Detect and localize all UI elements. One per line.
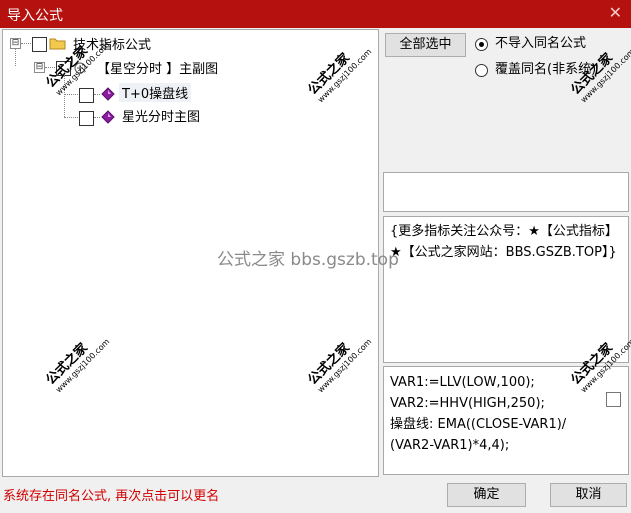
tree-connector: [45, 67, 55, 68]
tree-root-label[interactable]: 技术指标公式: [73, 34, 151, 53]
tree-connector: [64, 75, 65, 117]
empty-field: [383, 172, 629, 212]
code-line: VAR1:=LLV(LOW,100);: [390, 375, 535, 390]
ok-button[interactable]: 确定: [447, 483, 526, 507]
tree-item-label[interactable]: 星光分时主图: [122, 106, 200, 125]
tree-connector: [64, 117, 78, 118]
collapse-icon[interactable]: ⊟: [34, 62, 45, 73]
formula-group-icon: [74, 62, 86, 74]
option-label: 覆盖同名(非系统): [495, 62, 597, 77]
collapse-icon[interactable]: ⊟: [10, 38, 21, 49]
code-line: 操盘线: EMA((CLOSE-VAR1)/: [390, 417, 567, 432]
radio-icon[interactable]: [475, 64, 488, 77]
folder-icon: [49, 38, 66, 50]
window-title: 导入公式: [7, 8, 63, 24]
tree-connector: [21, 43, 31, 44]
close-icon[interactable]: ✕: [609, 3, 622, 22]
select-all-button[interactable]: 全部选中: [385, 33, 466, 57]
status-message: 系统存在同名公式, 再次点击可以更名: [3, 489, 220, 504]
diamond-icon: [101, 110, 115, 124]
formula-code-box[interactable]: VAR1:=LLV(LOW,100); VAR2:=HHV(HIGH,250);…: [383, 366, 629, 475]
option-label: 不导入同名公式: [495, 36, 587, 51]
group-checkbox[interactable]: [56, 61, 71, 76]
tree-connector: [94, 94, 100, 95]
tree-connector: [94, 117, 100, 118]
tree-group-label[interactable]: 【星空分时 】主副图: [97, 58, 218, 77]
item-checkbox[interactable]: [79, 111, 94, 126]
code-line: VAR2:=HHV(HIGH,250);: [390, 396, 545, 411]
code-line: (VAR2-VAR1)*4,4);: [390, 438, 510, 453]
watermark-center: 公式之家 bbs.gszb.top: [217, 250, 399, 270]
root-checkbox[interactable]: [32, 37, 47, 52]
tree-connector: [15, 49, 16, 66]
tree-item-label[interactable]: T+0操盘线: [119, 83, 192, 102]
radio-selected-icon[interactable]: [475, 38, 488, 51]
tree-connector: [64, 94, 78, 95]
description-text: {更多指标关注公众号：★【公式指标】★【公式之家网站：BBS.GSZB.TOP】…: [390, 224, 618, 260]
code-checkbox[interactable]: [606, 392, 621, 407]
item-checkbox[interactable]: [79, 88, 94, 103]
cancel-button[interactable]: 取消: [550, 483, 627, 507]
diamond-icon: [101, 87, 115, 101]
description-box: {更多指标关注公众号：★【公式指标】★【公式之家网站：BBS.GSZB.TOP】…: [383, 216, 629, 363]
title-bar: 导入公式 ✕: [0, 0, 631, 28]
